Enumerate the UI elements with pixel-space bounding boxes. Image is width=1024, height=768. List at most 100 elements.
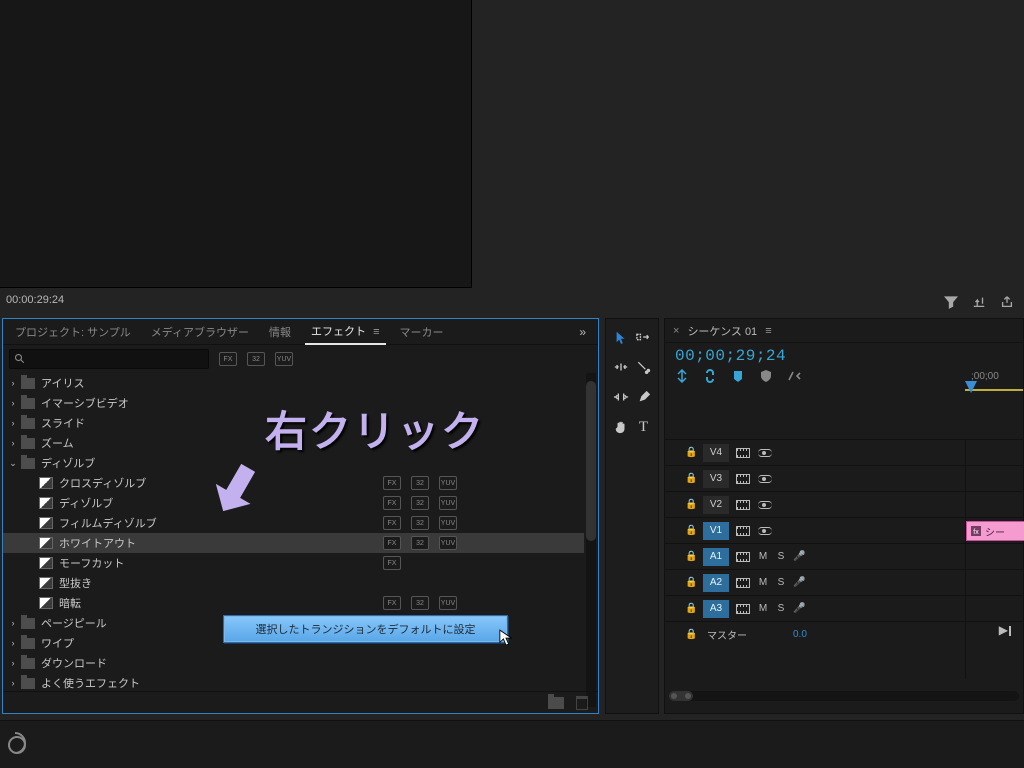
output-toggle-v3[interactable] <box>757 472 773 486</box>
source-patch-a2[interactable] <box>735 576 751 590</box>
track-a3[interactable]: 🔒 A3 M S 🎤 <box>665 595 965 621</box>
effects-folder[interactable]: ›スライド <box>3 413 584 433</box>
timeline-settings-shield-icon[interactable] <box>759 369 773 383</box>
selection-tool[interactable] <box>610 323 631 351</box>
badge-32-icon[interactable]: 32 <box>247 352 265 366</box>
disclosure-icon[interactable]: › <box>7 398 19 408</box>
lock-icon[interactable]: 🔒 <box>685 499 697 510</box>
disclosure-icon[interactable]: › <box>7 618 19 628</box>
effects-item[interactable]: 暗転FX32YUV <box>3 593 584 613</box>
playhead-icon[interactable] <box>965 381 977 393</box>
tab-markers[interactable]: マーカー <box>394 320 450 344</box>
track-label-a2[interactable]: A2 <box>703 574 729 592</box>
lock-icon[interactable]: 🔒 <box>685 577 697 588</box>
solo-a1[interactable]: S <box>775 551 787 562</box>
delete-icon[interactable] <box>576 696 588 710</box>
type-tool[interactable]: T <box>633 413 654 441</box>
lock-icon[interactable]: 🔒 <box>685 447 697 458</box>
export-icon[interactable] <box>1000 295 1014 312</box>
add-marker-icon[interactable] <box>731 369 745 383</box>
source-patch-v1[interactable] <box>735 524 751 538</box>
output-toggle-v2[interactable] <box>757 498 773 512</box>
lock-icon[interactable]: 🔒 <box>685 473 697 484</box>
lock-icon[interactable]: 🔒 <box>685 603 697 614</box>
track-master[interactable]: 🔒 マスター 0.0 <box>665 621 965 647</box>
track-label-v2[interactable]: V2 <box>703 496 729 514</box>
effects-item[interactable]: モーフカットFX <box>3 553 584 573</box>
context-set-default-transition[interactable]: 選択したトランジションをデフォルトに設定 <box>224 616 507 642</box>
panel-menu-icon[interactable]: ≡ <box>373 326 379 338</box>
solo-a3[interactable]: S <box>775 603 787 614</box>
source-patch-v3[interactable] <box>735 472 751 486</box>
effects-folder[interactable]: ›アイリス <box>3 373 584 393</box>
clip-v1[interactable]: fx シー <box>966 521 1024 541</box>
output-toggle-v1[interactable] <box>757 524 773 538</box>
filter-icon[interactable] <box>944 295 958 312</box>
disclosure-icon[interactable]: › <box>7 418 19 428</box>
disclosure-icon[interactable]: › <box>7 438 19 448</box>
timeline-scrollbar-thumb[interactable] <box>669 691 693 701</box>
disclosure-icon[interactable]: › <box>7 378 19 388</box>
track-select-tool[interactable] <box>633 323 654 351</box>
track-v3[interactable]: 🔒 V3 <box>665 465 965 491</box>
effects-scrollbar-thumb[interactable] <box>586 381 596 541</box>
source-patch-a1[interactable] <box>735 550 751 564</box>
source-patch-v2[interactable] <box>735 498 751 512</box>
solo-a2[interactable]: S <box>775 577 787 588</box>
disclosure-icon[interactable]: › <box>7 658 19 668</box>
badge-yuv-icon[interactable]: YUV <box>275 352 293 366</box>
effects-item[interactable]: ホワイトアウトFX32YUV <box>3 533 584 553</box>
lock-icon[interactable]: 🔒 <box>685 551 697 562</box>
effects-item[interactable]: クロスディゾルブFX32YUV <box>3 473 584 493</box>
source-patch-v4[interactable] <box>735 446 751 460</box>
track-label-a1[interactable]: A1 <box>703 548 729 566</box>
disclosure-icon[interactable]: › <box>7 638 19 648</box>
sequence-title[interactable]: シーケンス 01 <box>687 323 757 339</box>
timeline-horizontal-scrollbar[interactable] <box>669 691 1019 701</box>
mute-a2[interactable]: M <box>757 577 769 588</box>
timeline-track-body[interactable]: fx シー <box>965 439 1023 679</box>
voice-over-a1[interactable]: 🎤 <box>793 551 803 562</box>
effects-folder[interactable]: ›よく使うエフェクト <box>3 673 584 693</box>
effects-folder[interactable]: ›ズーム <box>3 433 584 453</box>
voice-over-a2[interactable]: 🎤 <box>793 577 803 588</box>
effects-item[interactable]: ディゾルブFX32YUV <box>3 493 584 513</box>
track-label-a3[interactable]: A3 <box>703 600 729 618</box>
disclosure-icon[interactable]: ⌄ <box>7 458 19 469</box>
mute-a1[interactable]: M <box>757 551 769 562</box>
track-v4[interactable]: 🔒 V4 <box>665 439 965 465</box>
badge-fx-icon[interactable]: FX <box>219 352 237 366</box>
tab-info[interactable]: 情報 <box>263 320 297 344</box>
track-v1[interactable]: 🔒 V1 <box>665 517 965 543</box>
mute-a3[interactable]: M <box>757 603 769 614</box>
effects-item[interactable]: フィルムディゾルブFX32YUV <box>3 513 584 533</box>
linked-selection-icon[interactable] <box>703 369 717 383</box>
effects-item[interactable]: 型抜き <box>3 573 584 593</box>
track-label-v3[interactable]: V3 <box>703 470 729 488</box>
pen-tool[interactable] <box>633 383 654 411</box>
effects-folder[interactable]: ⌄ディゾルブ <box>3 453 584 473</box>
tab-effects[interactable]: エフェクト ≡ <box>305 319 385 345</box>
source-patch-a3[interactable] <box>735 602 751 616</box>
effects-search-input[interactable] <box>9 349 209 369</box>
close-sequence-icon[interactable]: × <box>673 325 679 337</box>
panel-overflow-icon[interactable]: » <box>573 325 592 339</box>
timeline-panel-menu-icon[interactable]: ≡ <box>765 325 771 337</box>
tab-project[interactable]: プロジェクト: サンプル <box>9 320 137 344</box>
voice-over-a3[interactable]: 🎤 <box>793 603 803 614</box>
new-bin-icon[interactable] <box>548 697 564 709</box>
timeline-ruler[interactable]: ;00;00 <box>965 359 1023 407</box>
effects-folder[interactable]: ›イマーシブビデオ <box>3 393 584 413</box>
disclosure-icon[interactable]: › <box>7 678 19 688</box>
insert-icon[interactable] <box>972 295 986 312</box>
tab-media-browser[interactable]: メディアブラウザー <box>145 320 255 344</box>
creative-cloud-icon[interactable] <box>8 736 26 754</box>
track-a1[interactable]: 🔒 A1 M S 🎤 <box>665 543 965 569</box>
snap-icon[interactable] <box>675 369 689 383</box>
track-label-v1[interactable]: V1 <box>703 522 729 540</box>
effects-folder[interactable]: ›ダウンロード <box>3 653 584 673</box>
hand-tool[interactable] <box>610 413 631 441</box>
timeline-display-settings-icon[interactable] <box>787 369 801 383</box>
ripple-edit-tool[interactable] <box>610 353 631 381</box>
slip-tool[interactable] <box>610 383 631 411</box>
